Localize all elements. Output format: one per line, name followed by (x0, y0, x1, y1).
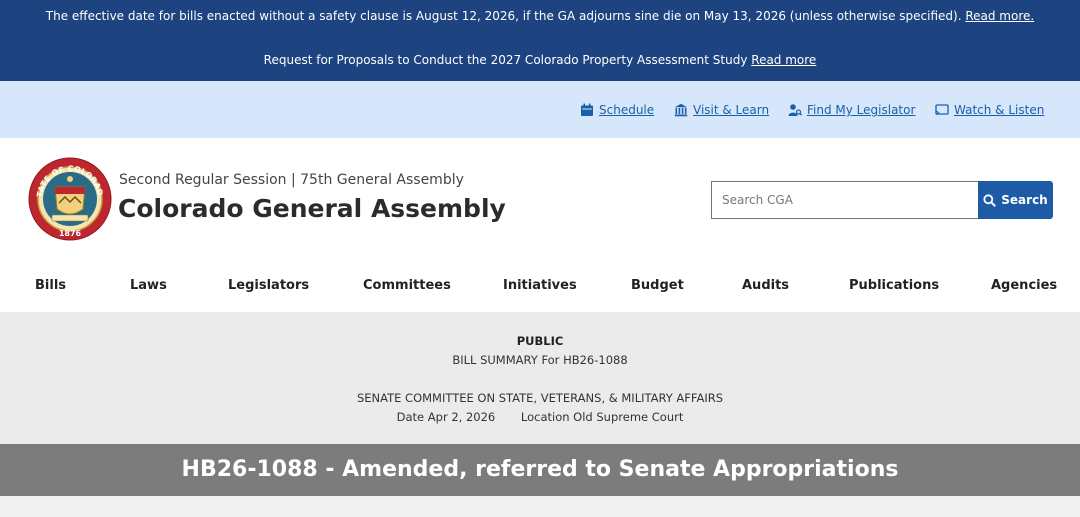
site-header: STATE OF COLORADO 1876 Second Regular Se… (0, 138, 1080, 260)
utility-link-visit-learn[interactable]: Visit & Learn (674, 102, 769, 118)
calendar-icon (581, 103, 593, 116)
search-icon (983, 193, 997, 207)
nav-item-publications[interactable]: Publications (849, 278, 939, 293)
bill-summary-heading: BILL SUMMARY For HB26-1088 (452, 353, 628, 367)
alert-effective-date: The effective date for bills enacted wit… (0, 8, 1080, 24)
alert-text: The effective date for bills enacted wit… (45, 9, 962, 23)
utility-link-label: Schedule (599, 103, 655, 117)
utility-link-label: Find My Legislator (807, 103, 916, 117)
cast-screen-icon (935, 104, 949, 115)
utility-link-schedule[interactable]: Schedule (580, 102, 654, 118)
utility-link-label: Visit & Learn (693, 103, 770, 117)
content-area (0, 496, 1080, 517)
site-title[interactable]: Colorado General Assembly (118, 194, 506, 223)
utility-link-find-legislator[interactable]: Find My Legislator (788, 102, 915, 118)
person-search-icon (788, 104, 802, 116)
alert-banner: The effective date for bills enacted wit… (0, 0, 1080, 81)
utility-link-label: Watch & Listen (954, 103, 1045, 117)
visibility-label: PUBLIC (516, 334, 564, 348)
alert-text: Request for Proposals to Conduct the 202… (263, 53, 748, 67)
alert-read-more-link[interactable]: Read more (751, 53, 816, 67)
meeting-details: Date Apr 2, 2026 Location Old Supreme Co… (0, 410, 1080, 424)
nav-item-laws[interactable]: Laws (130, 278, 167, 293)
nav-item-budget[interactable]: Budget (631, 278, 684, 293)
main-nav: Bills Laws Legislators Committees Initia… (0, 260, 1080, 312)
utility-link-watch-listen[interactable]: Watch & Listen (935, 102, 1044, 118)
nav-item-audits[interactable]: Audits (742, 278, 789, 293)
seal-year: 1876 (59, 229, 82, 238)
search-button[interactable]: Search (978, 181, 1053, 219)
search-input[interactable] (711, 181, 978, 219)
bill-action-banner: HB26-1088 - Amended, referred to Senate … (0, 444, 1080, 496)
search-button-label: Search (1001, 193, 1048, 207)
session-label: Second Regular Session | 75th General As… (119, 172, 464, 188)
nav-item-bills[interactable]: Bills (35, 278, 66, 293)
meeting-location: Location Old Supreme Court (520, 410, 684, 424)
capitol-building-icon (674, 103, 688, 117)
meeting-date: Date Apr 2, 2026 (396, 410, 496, 424)
utility-nav: Schedule Visit & Learn Find My Legislato… (0, 81, 1080, 138)
alert-rfp: Request for Proposals to Conduct the 202… (0, 52, 1080, 68)
colorado-state-seal[interactable]: STATE OF COLORADO 1876 (28, 157, 112, 241)
nav-item-initiatives[interactable]: Initiatives (503, 278, 577, 293)
bill-summary-header: PUBLIC BILL SUMMARY For HB26-1088 SENATE… (0, 312, 1080, 444)
nav-item-agencies[interactable]: Agencies (991, 278, 1057, 293)
nav-item-committees[interactable]: Committees (363, 278, 451, 293)
alert-read-more-link[interactable]: Read more. (965, 9, 1034, 23)
nav-item-legislators[interactable]: Legislators (228, 278, 309, 293)
committee-name: SENATE COMMITTEE ON STATE, VETERANS, & M… (356, 391, 724, 405)
